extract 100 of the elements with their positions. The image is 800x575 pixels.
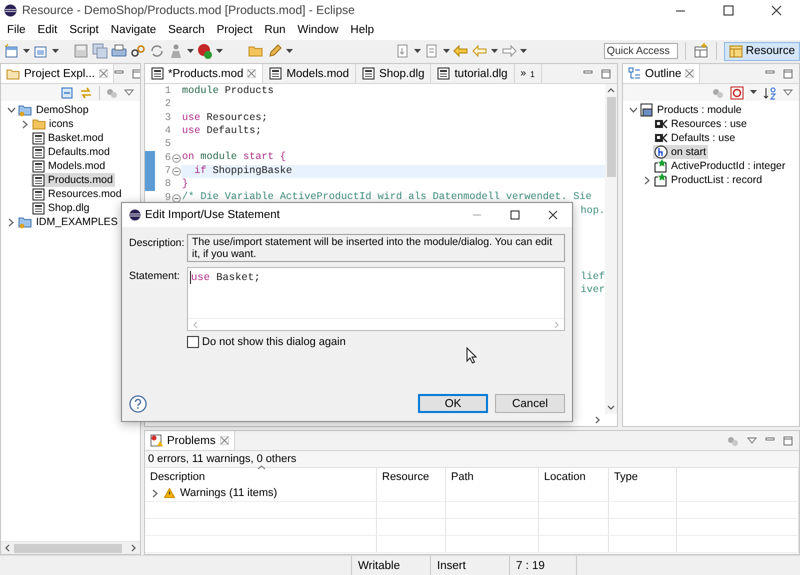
folder-icon [6,68,20,80]
field-label: Statement: [129,269,181,284]
document-icon [32,188,45,200]
document-icon [32,202,45,214]
tree-item[interactable]: Defaults : use [653,131,738,145]
view-menu-icon[interactable] [747,437,757,444]
editor-tab[interactable]: *Products.mod [145,64,264,83]
chevron-down-icon[interactable] [628,106,638,114]
column-header[interactable]: Path [446,468,539,485]
tree-item[interactable]: Defaults.mod [31,145,112,159]
target-icon[interactable] [730,86,744,100]
table-cell [609,519,677,536]
chevron-right-icon[interactable] [643,176,651,184]
view-tab[interactable]: Problems [145,431,235,450]
tree-item[interactable]: Resources : use [653,117,749,131]
window-icon [728,44,743,58]
help-icon[interactable] [129,394,147,412]
folder-icon [32,118,46,130]
chevron-right-icon[interactable] [130,544,137,552]
save-icon[interactable] [73,43,89,59]
link-arrows-icon[interactable] [79,86,93,100]
field-label: Description: [129,236,182,251]
dialog-button[interactable]: OK [418,394,488,413]
maximize-icon[interactable] [510,210,520,220]
caret-icon[interactable] [23,48,30,54]
collapse-all-icon[interactable] [61,86,73,98]
column-header[interactable]: Resource [377,468,446,485]
caret-icon[interactable] [52,48,59,54]
link-icon[interactable] [130,43,146,59]
quick-access-field[interactable]: Quick Access [604,43,678,59]
chevron-right-icon[interactable] [594,416,601,424]
table-cell [539,502,609,519]
tree-item[interactable]: Resources.mod [31,187,124,201]
menu-item[interactable]: Run [258,24,292,36]
tree-item[interactable]: ActiveProductId : integer [653,159,788,173]
caret-icon[interactable] [750,90,757,95]
perspective-button[interactable]: Resource [724,42,800,60]
view-menu-icon[interactable] [124,89,134,96]
view-tab[interactable]: Outline [623,64,700,83]
view-tab[interactable]: Project Expl... [1,64,114,83]
caret-icon[interactable] [216,48,223,54]
caret-icon[interactable] [520,48,527,54]
save-all-icon[interactable] [92,43,108,59]
tree-item[interactable]: Products : module [639,103,744,117]
checkbox-box[interactable] [187,336,199,348]
chevron-up-icon[interactable] [607,87,615,93]
chevron-right-icon[interactable] [7,218,15,226]
status-field: 7 : 19 [509,556,576,575]
chevron-down-icon[interactable] [607,405,615,411]
tree-item[interactable]: IDM_EXAMPLES [17,215,120,229]
menu-item[interactable]: Help [344,24,380,36]
menu-item[interactable]: Script [63,24,105,36]
menu-item[interactable]: Search [162,24,211,36]
tree-item[interactable]: Basket.mod [31,131,106,145]
menu-item[interactable]: Window [292,24,344,36]
print-icon[interactable] [111,43,127,59]
table-cell [377,502,446,519]
maximize-icon[interactable] [722,4,734,16]
tree-item[interactable]: on start [653,145,708,159]
menu-item[interactable]: Edit [32,24,64,36]
column-header[interactable]: Location [539,468,609,485]
fold-icon[interactable] [172,166,180,176]
problem-group-row[interactable]: Warnings (11 items) [145,485,377,502]
menu-item[interactable]: File [1,24,32,36]
tree-item[interactable]: Products.mod [31,173,115,187]
new-file-icon[interactable] [4,43,20,59]
problems-icon [150,434,163,447]
column-header[interactable]: Type [609,468,677,485]
chevron-down-icon[interactable] [6,106,16,114]
caret-icon[interactable] [187,48,194,54]
open-perspective-icon[interactable] [692,43,709,59]
menu-item[interactable]: Project [210,24,258,36]
line-number: 5 [164,139,171,150]
fold-icon[interactable] [172,154,180,163]
checkbox[interactable]: Do not show this dialog again [187,336,346,348]
pencil-icon[interactable] [267,43,283,59]
chevron-right-icon[interactable] [21,120,29,128]
caret-icon[interactable] [286,48,293,54]
caret-icon[interactable] [414,48,421,54]
dialog-button[interactable]: Cancel [495,394,565,413]
tree-item[interactable]: Shop.dlg [31,201,92,215]
chevron-left-icon[interactable] [4,544,11,552]
tree-item[interactable]: Models.mod [31,159,108,173]
tree-item[interactable]: icons [31,117,76,131]
scrollbar-thumb[interactable] [606,97,616,177]
caret-icon[interactable] [443,48,450,54]
close-icon[interactable] [548,210,558,220]
sort-icon[interactable] [763,86,777,100]
menu-item[interactable]: Navigate [104,24,162,36]
fold-icon[interactable] [172,194,180,203]
run-icon[interactable] [197,43,213,59]
chevron-right-icon[interactable] [151,488,159,498]
close-icon[interactable] [770,4,782,16]
code-line: use Defaults; [181,124,262,138]
tree-item[interactable]: ProductList : record [653,173,764,187]
line-number: 6 [164,152,171,164]
caret-icon[interactable] [491,48,498,54]
tree-item[interactable]: DemoShop [17,103,91,117]
view-menu-icon[interactable] [783,89,793,96]
scrollbar-thumb[interactable] [14,544,122,552]
